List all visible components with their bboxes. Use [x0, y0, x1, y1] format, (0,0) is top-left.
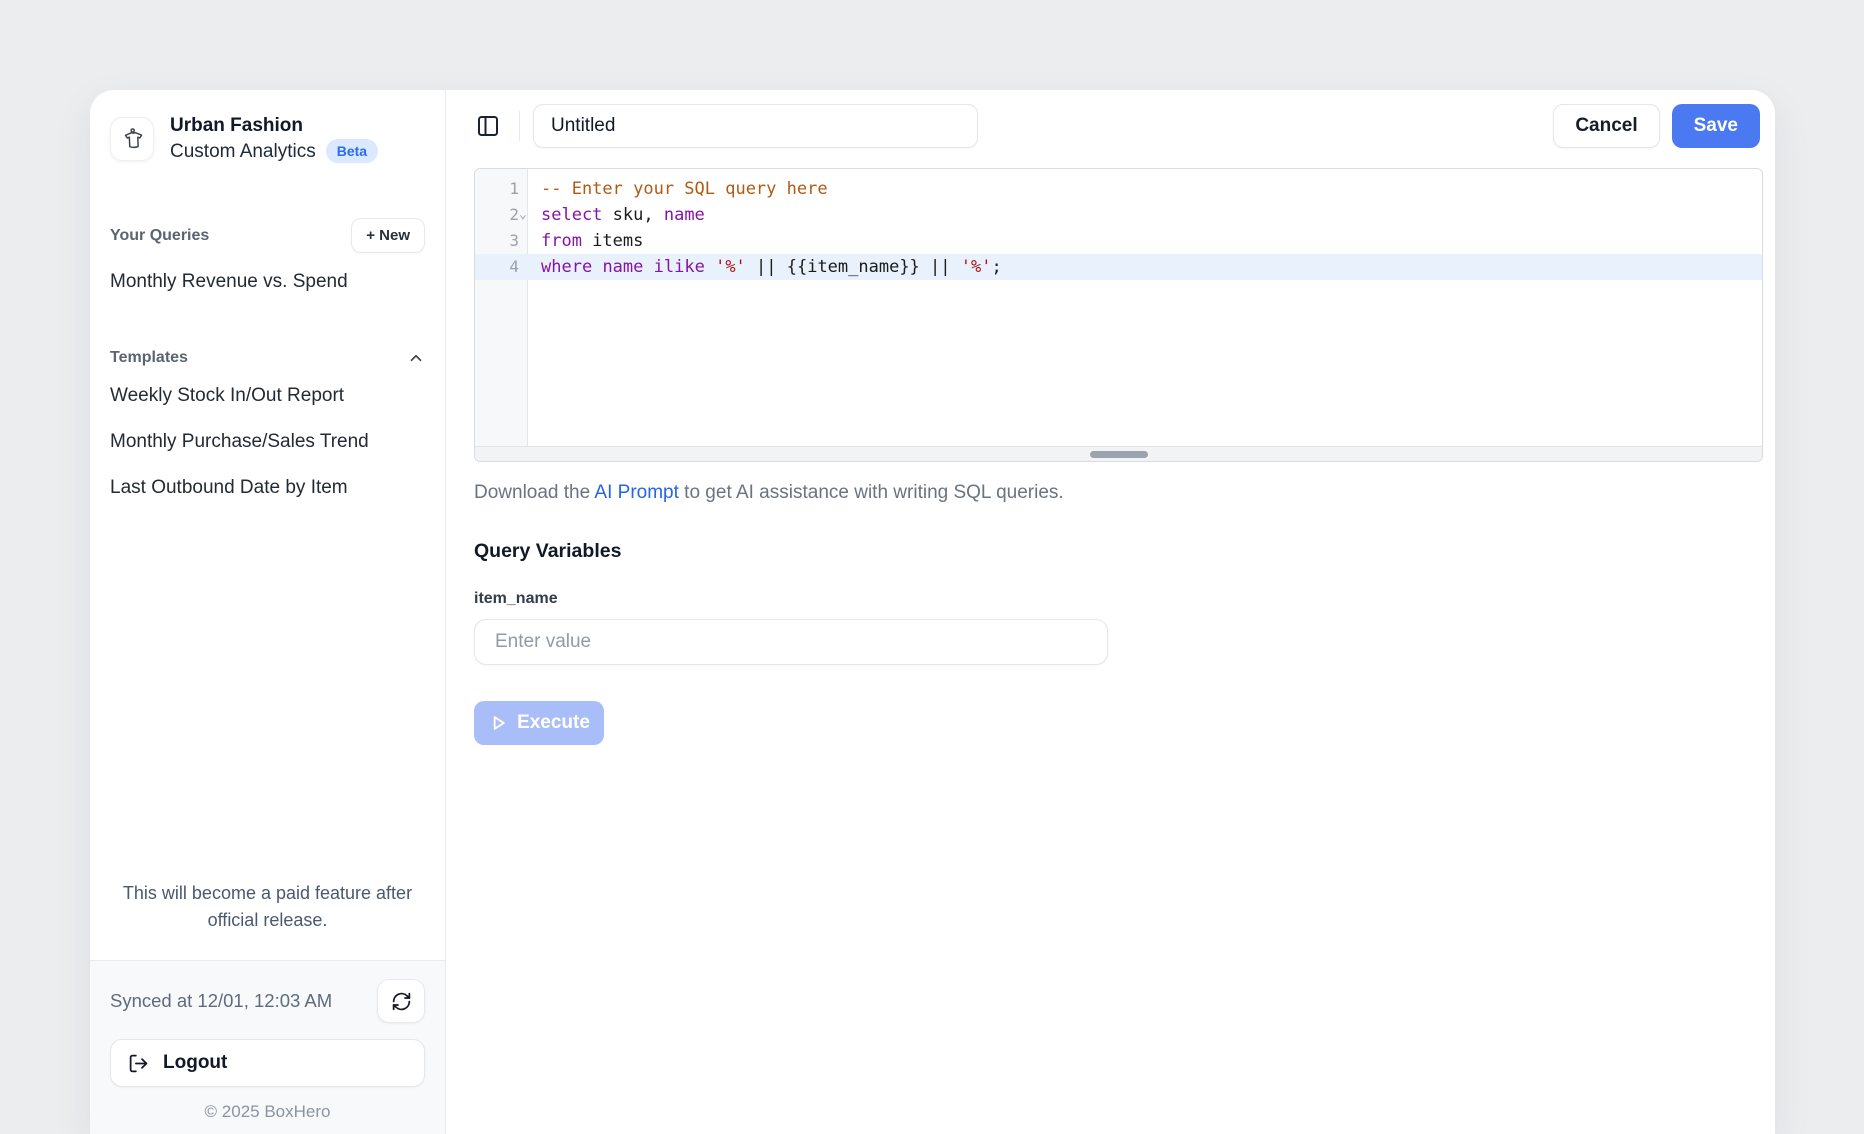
code-lines: 1-- Enter your SQL query here2⌄select sk… [475, 176, 1762, 280]
template-list-item[interactable]: Monthly Purchase/Sales Trend [90, 419, 445, 465]
product-name: Custom Analytics [170, 139, 316, 165]
beta-badge: Beta [326, 139, 378, 163]
variable-value-input[interactable] [474, 619, 1108, 665]
workspace-titles: Urban Fashion Custom Analytics Beta [170, 113, 378, 164]
ai-help-text: Download the AI Prompt to get AI assista… [474, 482, 1763, 504]
template-list-item[interactable]: Weekly Stock In/Out Report [90, 373, 445, 419]
templates-list: Weekly Stock In/Out ReportMonthly Purcha… [90, 373, 445, 511]
resize-drag-handle[interactable] [1090, 451, 1148, 458]
workspace-header: Urban Fashion Custom Analytics Beta [110, 113, 425, 164]
templates-label: Templates [110, 349, 188, 367]
new-query-button[interactable]: + New [351, 218, 425, 253]
save-button[interactable]: Save [1672, 104, 1760, 148]
help-suffix: to get AI assistance with writing SQL qu… [679, 482, 1064, 503]
toolbar-divider [519, 111, 520, 141]
code-line: 1-- Enter your SQL query here [475, 176, 1762, 202]
logout-button[interactable]: Logout [110, 1039, 425, 1087]
line-number: 3 [475, 228, 519, 254]
line-number: 1 [475, 176, 519, 202]
toolbar: Cancel Save [446, 90, 1775, 152]
refresh-button[interactable] [377, 979, 425, 1023]
app-window: Urban Fashion Custom Analytics Beta Your… [90, 90, 1775, 1134]
code-line: 4where name ilike '%' || {{item_name}} |… [475, 254, 1762, 280]
cancel-button[interactable]: Cancel [1553, 104, 1659, 148]
logout-icon [128, 1053, 149, 1074]
execute-label: Execute [517, 712, 590, 734]
your-queries-label: Your Queries [110, 227, 209, 245]
logout-label: Logout [163, 1052, 227, 1074]
sidebar-footer: Synced at 12/01, 12:03 AM Log [90, 960, 445, 1134]
tshirt-hanger-icon [117, 124, 147, 154]
query-variables-heading: Query Variables [474, 540, 1763, 563]
your-queries-header: Your Queries + New [90, 218, 445, 253]
help-prefix: Download the [474, 482, 594, 503]
company-name: Urban Fashion [170, 113, 378, 139]
query-title-input[interactable] [533, 104, 978, 148]
refresh-icon [391, 991, 412, 1012]
fold-chevron-icon[interactable]: ⌄ [519, 202, 527, 228]
sql-editor: 1-- Enter your SQL query here2⌄select sk… [474, 168, 1763, 462]
sidebar-toggle-button[interactable] [470, 108, 506, 144]
code-editor-area[interactable]: 1-- Enter your SQL query here2⌄select sk… [475, 169, 1762, 446]
workspace-logo [110, 117, 154, 161]
code-line: 3from items [475, 228, 1762, 254]
line-number: 4 [475, 254, 519, 280]
panel-left-icon [476, 114, 500, 138]
chevron-up-icon[interactable] [407, 349, 425, 367]
template-list-item[interactable]: Last Outbound Date by Item [90, 465, 445, 511]
paid-feature-notice: This will become a paid feature after of… [90, 880, 445, 960]
execute-button[interactable]: Execute [474, 701, 604, 745]
main-panel: Cancel Save 1-- Enter your SQL query her… [446, 90, 1775, 1134]
ai-prompt-link[interactable]: AI Prompt [594, 482, 678, 503]
synced-status: Synced at 12/01, 12:03 AM [110, 990, 332, 1012]
code-line: 2⌄select sku, name [475, 202, 1762, 228]
line-number: 2 [475, 202, 519, 228]
query-list-item[interactable]: Monthly Revenue vs. Spend [90, 259, 445, 305]
copyright: © 2025 BoxHero [110, 1102, 425, 1122]
editor-resize-bar [475, 446, 1762, 461]
variable-fields: item_name [474, 590, 1763, 665]
templates-header[interactable]: Templates [90, 349, 445, 367]
queries-list: Monthly Revenue vs. Spend [90, 259, 445, 305]
sidebar: Urban Fashion Custom Analytics Beta Your… [90, 90, 446, 1134]
variable-name-label: item_name [474, 590, 1763, 608]
play-icon [488, 713, 508, 733]
